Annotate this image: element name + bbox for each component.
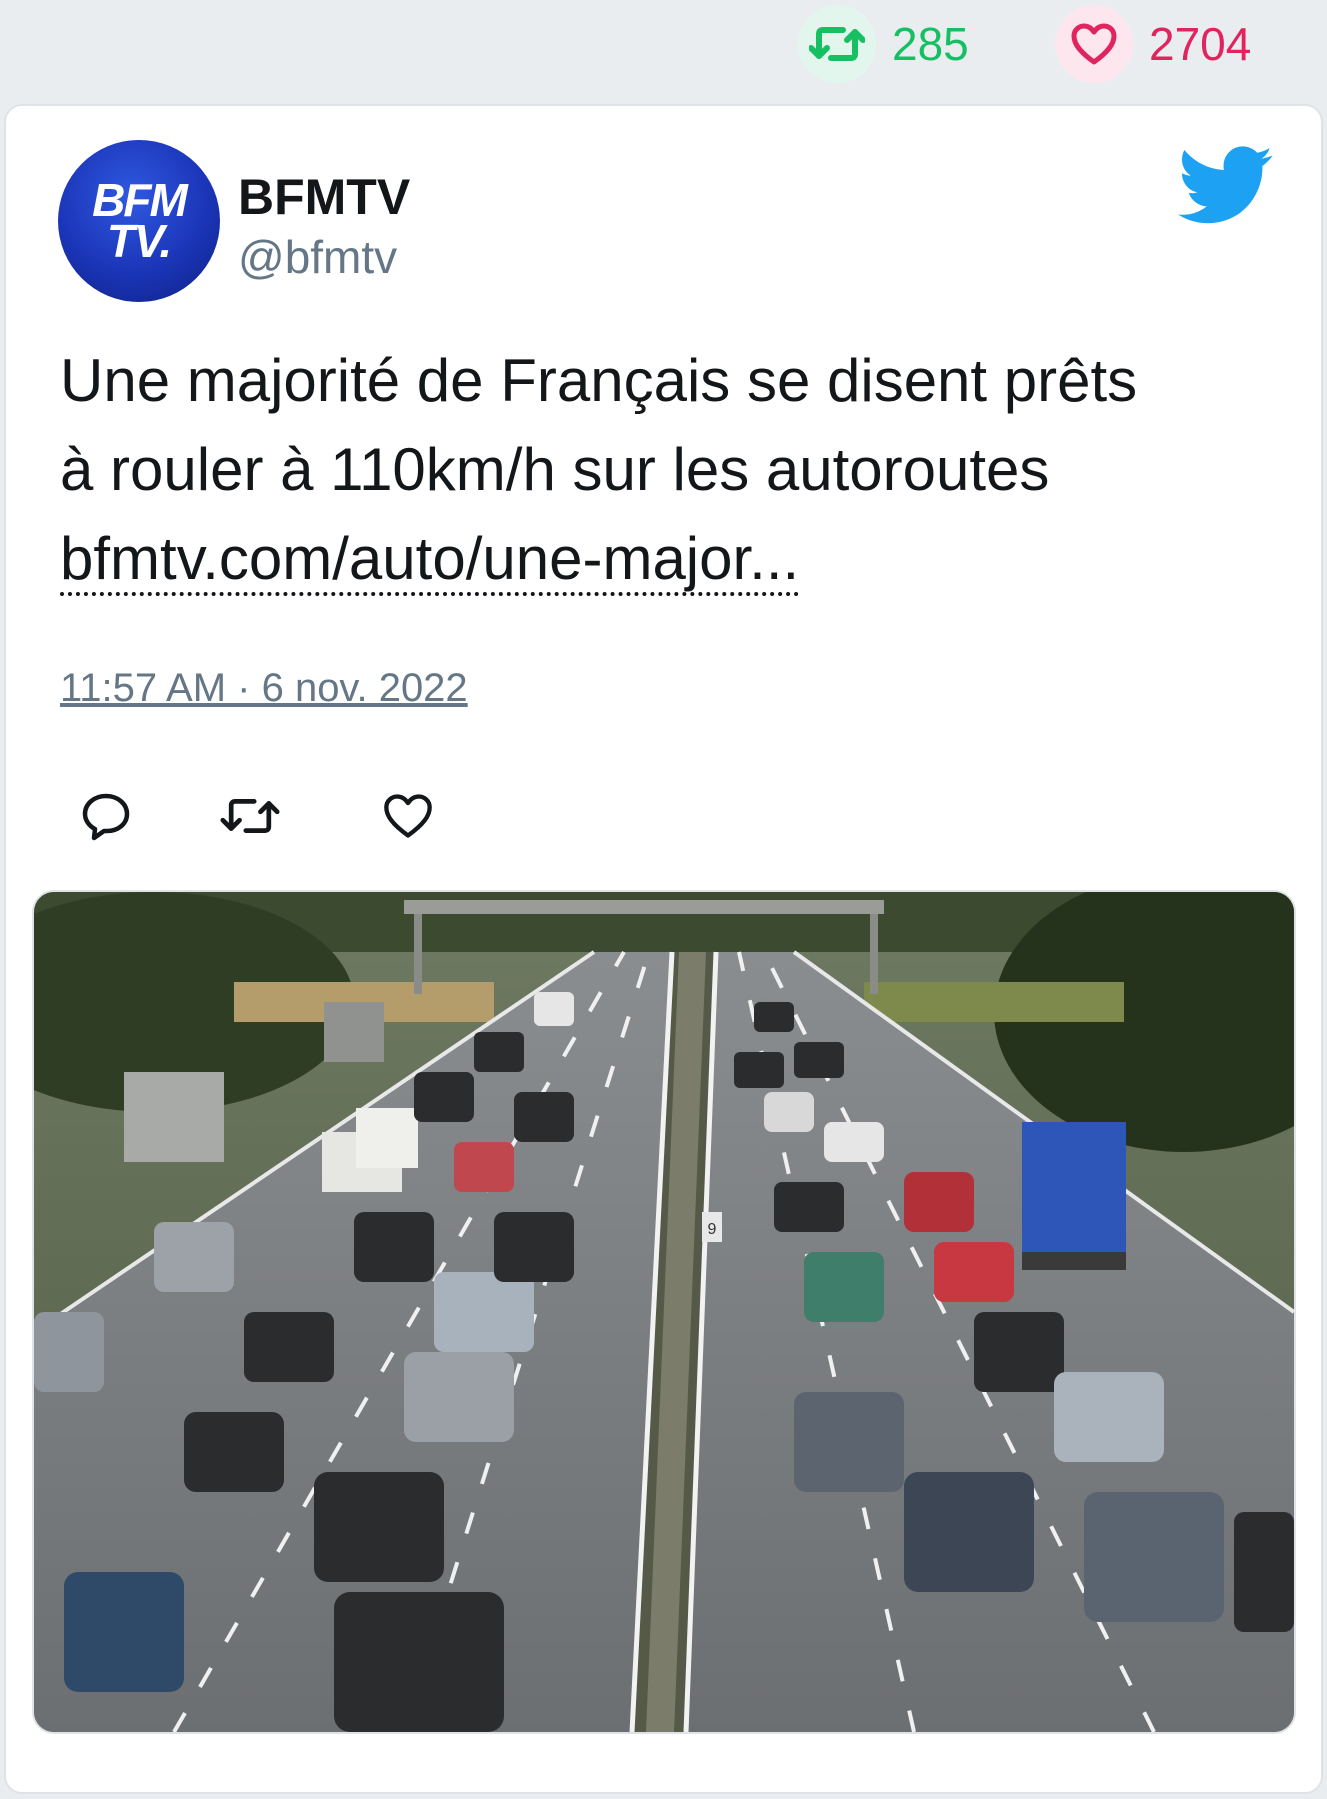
author-name[interactable]: BFMTV <box>238 168 410 226</box>
retweet-icon <box>220 799 280 833</box>
author-handle[interactable]: @bfmtv <box>238 230 397 284</box>
tweet-text-line2: à rouler à 110km/h sur les autoroutes <box>60 436 1050 503</box>
tweet-card: BFM TV. BFMTV @bfmtv Une majorité de Fra… <box>4 104 1323 1794</box>
retweet-count: 285 <box>892 18 969 70</box>
like-bubble[interactable] <box>1055 5 1133 83</box>
tweet-link[interactable]: bfmtv.com/auto/une-major... <box>60 525 800 596</box>
twitter-bird-icon[interactable] <box>1178 146 1274 226</box>
like-button[interactable] <box>378 786 438 846</box>
tweet-timestamp[interactable]: 11:57 AM · 6 nov. 2022 <box>60 666 468 711</box>
tweet-text: Une majorité de Français se disent prêts… <box>60 336 1290 603</box>
retweet-stat[interactable]: 285 <box>798 5 969 83</box>
heart-icon <box>384 794 432 838</box>
avatar[interactable]: BFM TV. <box>58 140 220 302</box>
tweet-text-line1: Une majorité de Français se disent prêts <box>60 347 1138 414</box>
engagement-stats: 285 2704 <box>0 0 1327 100</box>
reply-icon <box>82 793 130 841</box>
retweet-bubble[interactable] <box>798 5 876 83</box>
retweet-button[interactable] <box>220 786 280 846</box>
heart-icon <box>1071 23 1117 65</box>
highway-traffic-photo: 9 <box>34 892 1294 1732</box>
reply-button[interactable] <box>76 786 136 846</box>
avatar-line2: TV. <box>106 215 172 267</box>
like-stat[interactable]: 2704 <box>1055 5 1252 83</box>
median-sign-number: 9 <box>708 1221 717 1238</box>
tweet-media-image[interactable]: 9 <box>32 890 1296 1734</box>
like-count: 2704 <box>1149 18 1252 70</box>
retweet-icon <box>809 27 865 61</box>
